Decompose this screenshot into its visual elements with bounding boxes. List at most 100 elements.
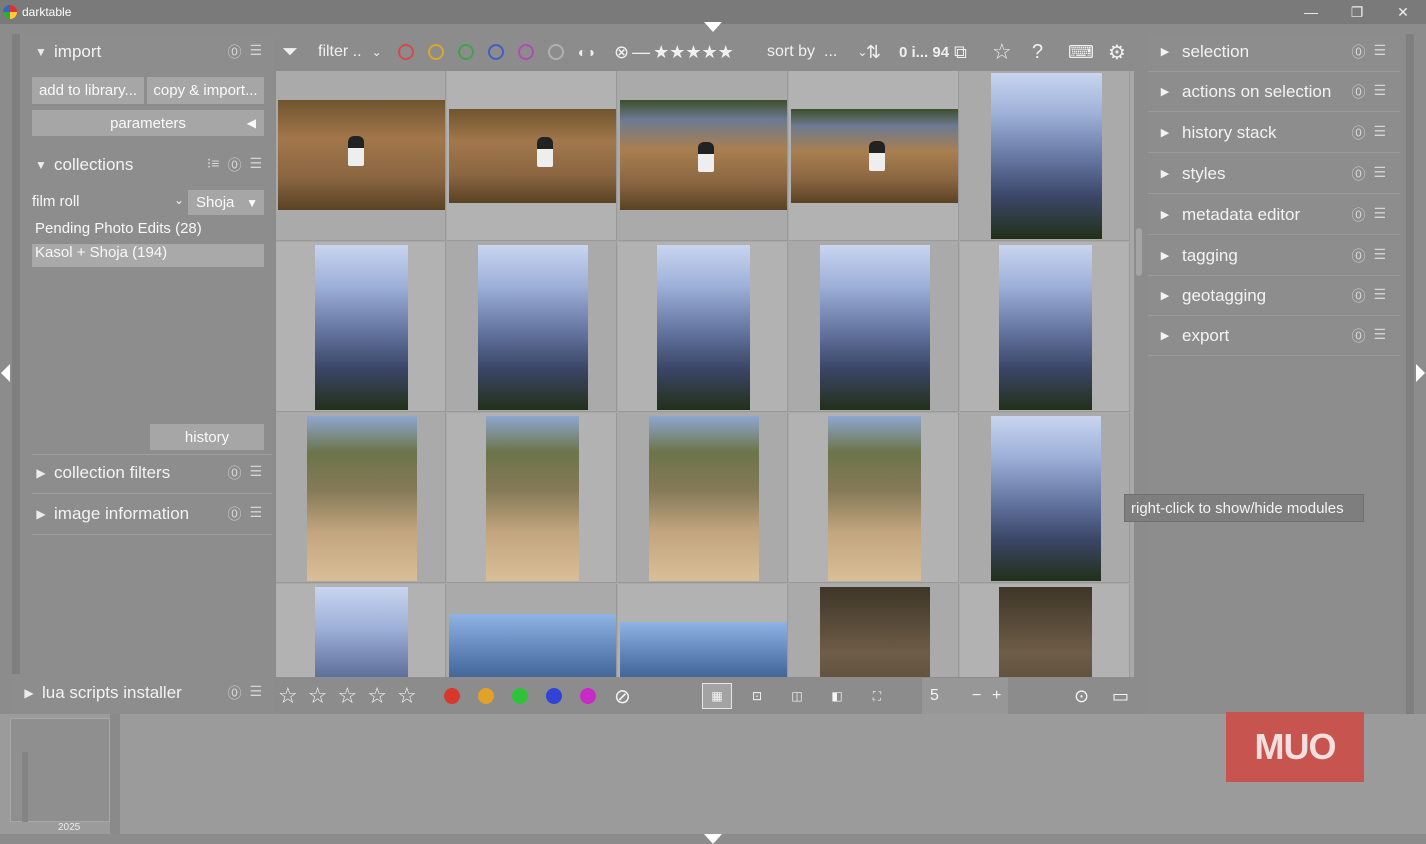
- reset-icon[interactable]: ⓪: [1351, 123, 1365, 143]
- module-selection[interactable]: ▶ selection ⓪ ☰: [1148, 32, 1400, 72]
- history-button[interactable]: history: [150, 424, 264, 450]
- culling-fixed-icon[interactable]: ◫: [782, 683, 812, 709]
- collection-value-field[interactable]: Shoja ▼: [188, 190, 264, 215]
- film-roll-item-selected[interactable]: Kasol + Shoja (194): [32, 244, 264, 267]
- thumbnail-cell[interactable]: [447, 71, 617, 241]
- thumbnail-image[interactable]: [649, 416, 759, 581]
- keyboard-shortcuts-icon[interactable]: ⌨: [1068, 34, 1094, 70]
- presets-icon[interactable]: ☰: [249, 42, 262, 62]
- sort-by-dropdown[interactable]: ... ⌄: [824, 34, 867, 70]
- minimize-button[interactable]: —: [1288, 0, 1334, 24]
- thumbnail-cell[interactable]: [789, 71, 959, 241]
- module-export[interactable]: ▶ export ⓪ ☰: [1148, 316, 1400, 356]
- thumbnail-image[interactable]: [820, 245, 930, 410]
- reset-icon[interactable]: ⓪: [1351, 164, 1365, 184]
- presets-icon[interactable]: ☰: [1373, 205, 1386, 225]
- reset-icon[interactable]: ⓪: [227, 155, 241, 175]
- yellow-label-icon[interactable]: [428, 44, 444, 60]
- presets-icon[interactable]: ☰: [249, 463, 262, 483]
- presets-icon[interactable]: ☰: [1373, 42, 1386, 62]
- module-geotagging[interactable]: ▶ geotagging ⓪ ☰: [1148, 276, 1400, 316]
- lighttable-grid[interactable]: [276, 71, 1134, 677]
- module-import[interactable]: ▼ import ⓪ ☰: [28, 35, 272, 69]
- presets-icon[interactable]: ☰: [249, 155, 262, 175]
- reset-icon[interactable]: ⓪: [1351, 205, 1365, 225]
- thumbnail-cell[interactable]: [447, 242, 617, 412]
- thumbnail-cell[interactable]: [447, 584, 617, 677]
- module-collections[interactable]: ▼ collections ⁝≡ ⓪ ☰: [28, 148, 272, 182]
- filter-funnel-icon[interactable]: ⏷: [282, 34, 298, 70]
- presets-icon[interactable]: ☰: [249, 683, 262, 703]
- preferences-gear-icon[interactable]: ⚙: [1108, 34, 1126, 70]
- culling-dynamic-icon[interactable]: ◧: [822, 683, 852, 709]
- copy-import-button[interactable]: copy & import...: [147, 77, 264, 104]
- module-history-stack[interactable]: ▶ history stack ⓪ ☰: [1148, 113, 1400, 153]
- thumbnail-cell[interactable]: [618, 242, 788, 412]
- presets-icon[interactable]: ☰: [1373, 123, 1386, 143]
- thumbnail-image[interactable]: [449, 614, 616, 677]
- reset-icon[interactable]: ⓪: [227, 42, 241, 62]
- module-tagging[interactable]: ▶ tagging ⓪ ☰: [1148, 236, 1400, 276]
- thumbnail-cell[interactable]: [276, 71, 446, 241]
- zoom-plus-button[interactable]: +: [992, 687, 1001, 705]
- collapse-left-panel-icon[interactable]: [1, 364, 10, 382]
- layout-switcher[interactable]: ▦ ⊡ ◫ ◧ ⛶: [702, 678, 892, 714]
- overlays-star-icon[interactable]: ☆: [992, 34, 1012, 70]
- zoom-field[interactable]: 5 − +: [922, 678, 1008, 714]
- star-2-icon[interactable]: ☆: [308, 683, 328, 709]
- reset-icon[interactable]: ⓪: [227, 683, 241, 703]
- star-5-icon[interactable]: ☆: [397, 683, 417, 709]
- parameters-toggle[interactable]: parameters ◀: [32, 110, 264, 136]
- blue-label-dot[interactable]: [546, 688, 562, 704]
- module-collection-filters[interactable]: ▶ collection filters ⓪ ☰: [28, 456, 272, 490]
- presets-icon[interactable]: ☰: [1373, 246, 1386, 266]
- star-4-icon[interactable]: ☆: [367, 683, 387, 709]
- purple-label-icon[interactable]: [518, 44, 534, 60]
- preview-layout-icon[interactable]: ⛶: [862, 683, 892, 709]
- help-icon[interactable]: ?: [1032, 34, 1043, 70]
- reset-icon[interactable]: ⓪: [1351, 42, 1365, 62]
- reject-icon[interactable]: ⊗: [614, 42, 629, 63]
- presets-icon[interactable]: ☰: [1373, 164, 1386, 184]
- thumbnail-image[interactable]: [315, 245, 408, 410]
- left-panel-scrollbar[interactable]: [12, 34, 20, 674]
- thumbnail-image[interactable]: [999, 245, 1092, 410]
- reset-icon[interactable]: ⓪: [1351, 326, 1365, 346]
- thumbnail-image[interactable]: [449, 109, 616, 203]
- module-image-information[interactable]: ▶ image information ⓪ ☰: [28, 497, 272, 531]
- reset-icon[interactable]: ⓪: [1351, 82, 1365, 102]
- thumbnail-image[interactable]: [657, 245, 750, 410]
- thumbnail-cell[interactable]: [789, 584, 959, 677]
- thumbnail-cell[interactable]: [276, 413, 446, 583]
- thumbnail-cell[interactable]: [447, 413, 617, 583]
- thumbnail-image[interactable]: [620, 100, 787, 210]
- color-label-filter[interactable]: ◐◑: [398, 34, 595, 70]
- green-label-icon[interactable]: [458, 44, 474, 60]
- purple-label-dot[interactable]: [580, 688, 596, 704]
- timeline-panel[interactable]: [0, 714, 1426, 834]
- module-styles[interactable]: ▶ styles ⓪ ☰: [1148, 154, 1400, 194]
- thumbnail-image[interactable]: [278, 100, 445, 210]
- gray-label-icon[interactable]: [548, 44, 564, 60]
- grid-scrollbar[interactable]: [1136, 228, 1142, 276]
- collapse-right-panel-icon[interactable]: [1416, 364, 1425, 382]
- thumbnail-cell[interactable]: [960, 242, 1130, 412]
- reset-icon[interactable]: ⓪: [227, 463, 241, 483]
- right-panel-scrollbar[interactable]: [1406, 34, 1414, 714]
- color-label-bar[interactable]: ⊘: [444, 678, 631, 714]
- thumbnail-cell[interactable]: [276, 242, 446, 412]
- module-actions-on-selection[interactable]: ▶ actions on selection ⓪ ☰: [1148, 72, 1400, 112]
- module-lua-scripts-installer[interactable]: ▶ lua scripts installer ⓪ ☰: [16, 676, 272, 710]
- reset-icon[interactable]: ⓪: [1351, 246, 1365, 266]
- blue-label-icon[interactable]: [488, 44, 504, 60]
- thumbnail-cell[interactable]: [618, 584, 788, 677]
- reset-icon[interactable]: ⓪: [1351, 286, 1365, 306]
- star-3-icon[interactable]: ☆: [337, 683, 357, 709]
- rating-stars[interactable]: ★★★★★: [653, 42, 734, 63]
- presets-icon[interactable]: ☰: [1373, 286, 1386, 306]
- close-button[interactable]: ✕: [1380, 0, 1426, 24]
- thumbnail-cell[interactable]: [960, 584, 1130, 677]
- reset-icon[interactable]: ⓪: [227, 504, 241, 524]
- display-profile-icon[interactable]: ▭: [1112, 678, 1129, 714]
- rating-filter[interactable]: ⊗ — ★★★★★: [614, 34, 734, 70]
